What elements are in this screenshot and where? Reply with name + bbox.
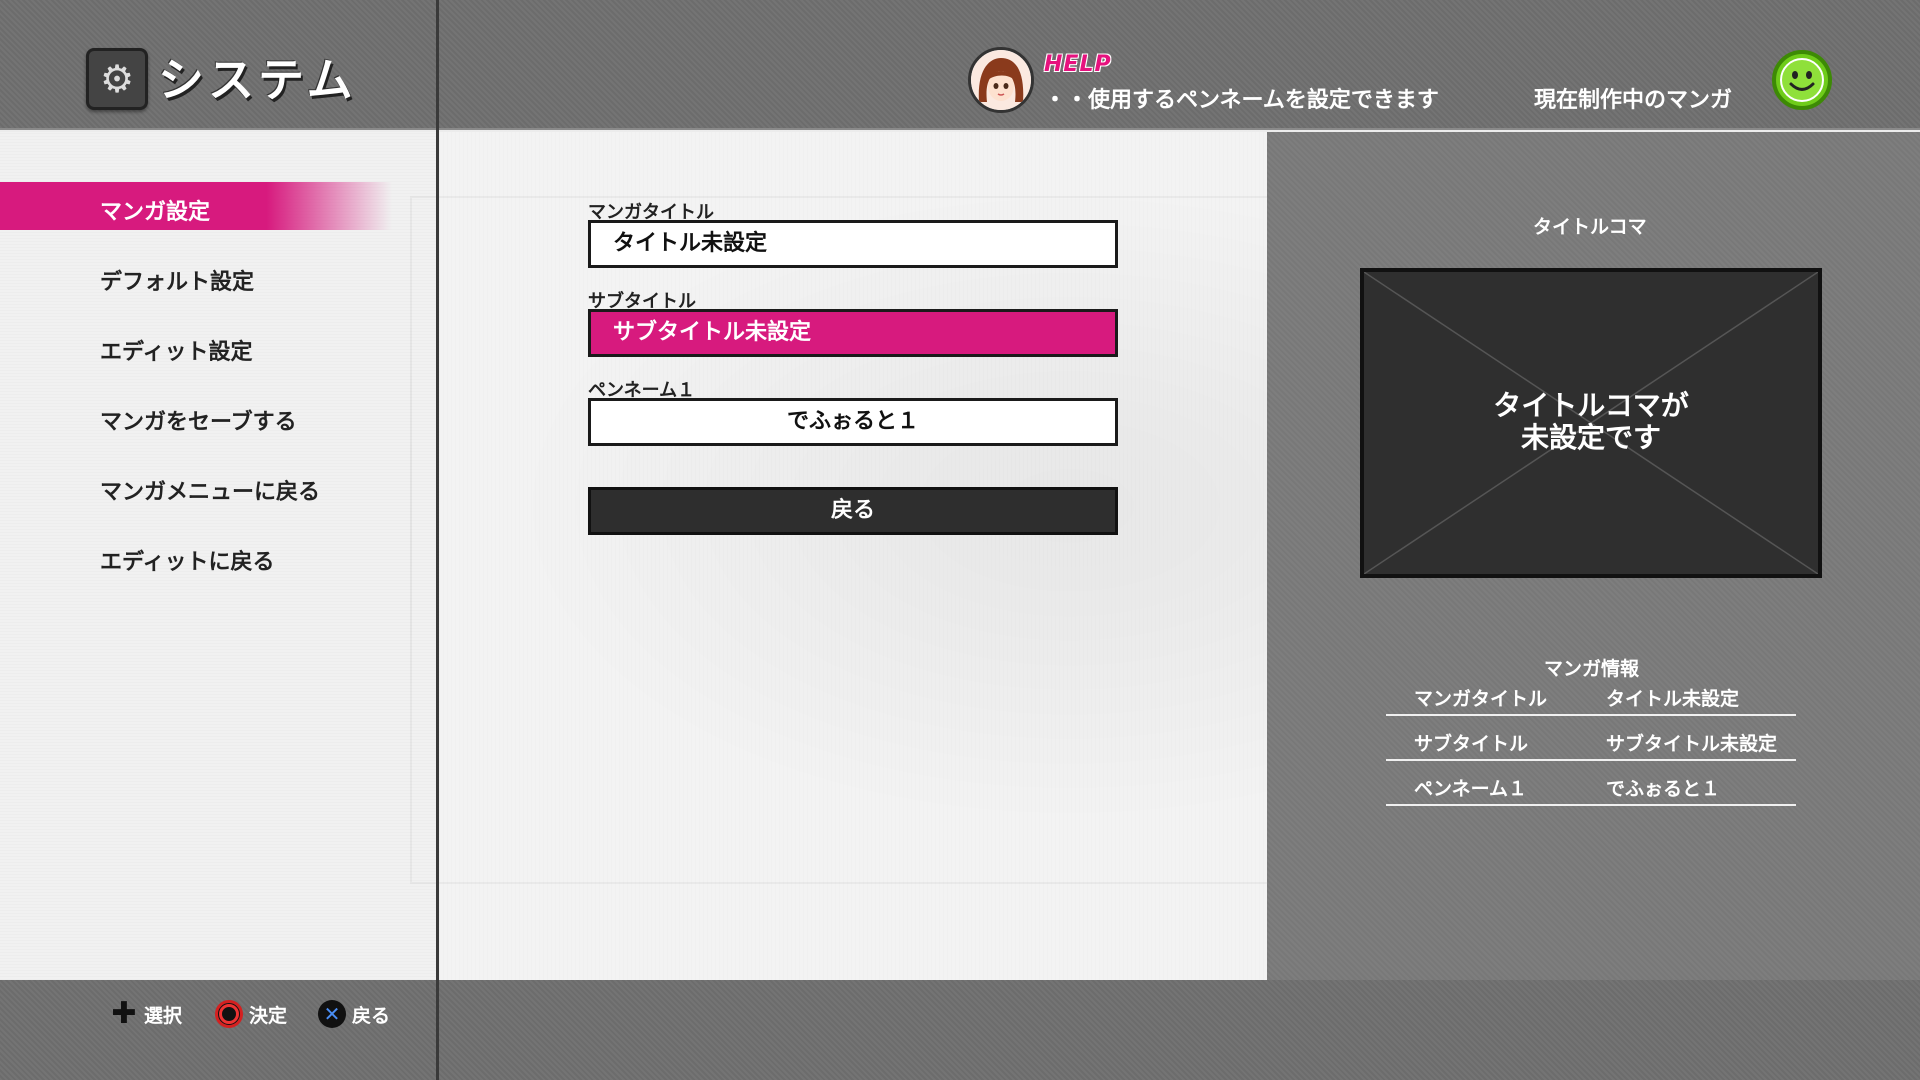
back-button[interactable]: 戻る [588, 487, 1118, 535]
info-row: サブタイトル サブタイトル未設定 [1386, 723, 1796, 761]
girl-avatar-icon [968, 47, 1034, 113]
sidebar-item-default-settings[interactable]: デフォルト設定 [100, 264, 254, 296]
page-title: システム [158, 53, 357, 107]
help-text: ・・使用するペンネームを設定できます [1044, 88, 1439, 113]
help-label: HELP [1044, 52, 1112, 77]
hint-confirm-label: 決定 [249, 1004, 288, 1027]
title-koma-message-line1: タイトルコマが [1493, 389, 1689, 422]
manga-info-label: マンガ情報 [1544, 658, 1640, 680]
sidebar-item-manga-settings[interactable]: マンガ設定 [100, 194, 210, 226]
title-koma-preview: タイトルコマが 未設定です [1360, 268, 1822, 578]
panel-divider [436, 0, 439, 1080]
subtitle-field[interactable]: サブタイトル未設定 [588, 309, 1118, 357]
sidebar-item-save-manga[interactable]: マンガをセーブする [100, 404, 297, 436]
dpad-icon: ✚ [111, 996, 137, 1031]
hint-back: ✕ 戻る [318, 998, 390, 1030]
info-row: ペンネーム１ でふぉると１ [1386, 768, 1796, 806]
info-key: ペンネーム１ [1414, 778, 1528, 800]
smiley-icon [1772, 50, 1832, 110]
gear-icon: ⚙ [86, 48, 148, 110]
circle-button-icon [215, 1000, 243, 1028]
info-value: サブタイトル未設定 [1606, 733, 1778, 755]
hint-confirm: 決定 [215, 998, 287, 1030]
title-koma-label: タイトルコマ [1533, 216, 1647, 238]
title-koma-message-line2: 未設定です [1520, 421, 1661, 454]
penname-field[interactable]: でふぉると１ [588, 398, 1118, 446]
info-key: サブタイトル [1414, 733, 1529, 755]
info-value: タイトル未設定 [1606, 688, 1740, 710]
manga-title-field[interactable]: タイトル未設定 [588, 220, 1118, 268]
info-value: でふぉると１ [1606, 778, 1721, 800]
title-koma-message: タイトルコマが 未設定です [1364, 390, 1818, 454]
info-row: マンガタイトル タイトル未設定 [1386, 678, 1796, 716]
current-manga-label: 現在制作中のマンガ [1534, 88, 1733, 113]
bottom-bar [0, 980, 1920, 1080]
info-key: マンガタイトル [1414, 688, 1548, 710]
cross-button-icon: ✕ [318, 1000, 346, 1028]
hint-select: ✚ 選択 [110, 998, 182, 1030]
sidebar-item-back-to-manga-menu[interactable]: マンガメニューに戻る [100, 474, 320, 506]
sidebar-item-back-to-edit[interactable]: エディットに戻る [100, 544, 274, 576]
hint-select-label: 選択 [144, 1004, 183, 1027]
sidebar-item-edit-settings[interactable]: エディット設定 [100, 334, 252, 366]
hint-back-label: 戻る [352, 1004, 391, 1027]
